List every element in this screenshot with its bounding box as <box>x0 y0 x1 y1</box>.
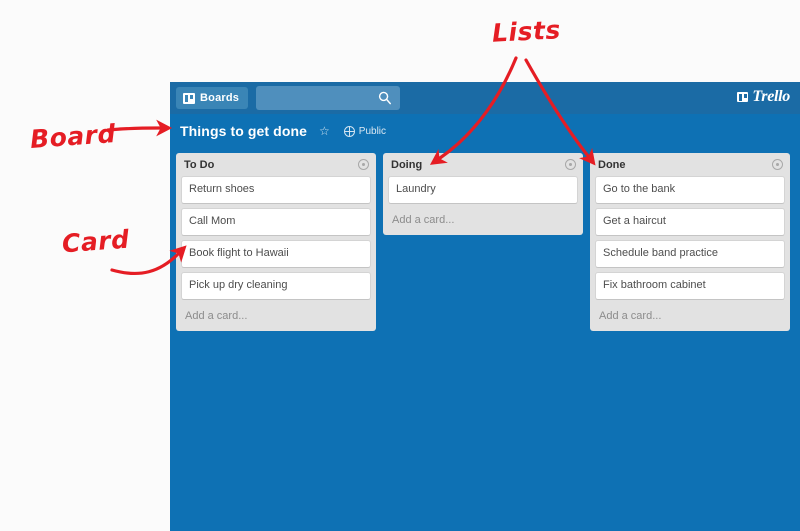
annotation-arrow-card <box>110 245 187 276</box>
card[interactable]: Fix bathroom cabinet <box>595 272 785 300</box>
board-header: Things to get done ☆ Public <box>170 114 800 148</box>
card[interactable]: Call Mom <box>181 208 371 236</box>
card[interactable]: Laundry <box>388 176 578 204</box>
add-card-button[interactable]: Add a card... <box>590 304 790 329</box>
list-header: Doing <box>383 153 583 176</box>
globe-icon <box>343 125 355 137</box>
annotation-label-card: Card <box>61 224 131 259</box>
card[interactable]: Schedule band practice <box>595 240 785 268</box>
card[interactable]: Pick up dry cleaning <box>181 272 371 300</box>
card[interactable]: Go to the bank <box>595 176 785 204</box>
list-header: To Do <box>176 153 376 176</box>
list-header: Done <box>590 153 790 176</box>
add-card-button[interactable]: Add a card... <box>176 304 376 329</box>
list-menu-icon[interactable] <box>772 159 783 170</box>
card-list: Laundry <box>383 176 583 204</box>
card[interactable]: Return shoes <box>181 176 371 204</box>
add-card-button[interactable]: Add a card... <box>383 208 583 233</box>
trello-app-window: Boards Trello Things to get done ☆ Publi… <box>170 82 800 531</box>
star-icon[interactable]: ☆ <box>319 125 330 137</box>
board-visibility-label: Public <box>358 125 387 137</box>
list-title[interactable]: Doing <box>391 159 422 171</box>
list-to-do: To Do Return shoes Call Mom Book flight … <box>176 153 376 331</box>
annotation-arrow-board <box>106 119 173 137</box>
card[interactable]: Book flight to Hawaii <box>181 240 371 268</box>
annotation-label-board: Board <box>29 119 117 154</box>
list-title[interactable]: To Do <box>184 159 214 171</box>
lists-container: To Do Return shoes Call Mom Book flight … <box>176 153 790 331</box>
annotation-label-lists: Lists <box>491 15 562 48</box>
board-title[interactable]: Things to get done <box>180 123 307 139</box>
card-list: Go to the bank Get a haircut Schedule ba… <box>590 176 790 300</box>
list-menu-icon[interactable] <box>358 159 369 170</box>
trello-wordmark: Trello <box>752 88 790 105</box>
boards-button-label: Boards <box>200 92 240 104</box>
search-box[interactable] <box>256 86 401 112</box>
top-navigation-bar: Boards Trello <box>170 82 800 114</box>
board-visibility[interactable]: Public <box>343 125 387 137</box>
search-icon <box>379 91 392 105</box>
board-icon <box>737 92 749 102</box>
card[interactable]: Get a haircut <box>595 208 785 236</box>
boards-button[interactable]: Boards <box>176 87 249 109</box>
card-list: Return shoes Call Mom Book flight to Haw… <box>176 176 376 300</box>
list-menu-icon[interactable] <box>565 159 576 170</box>
search-input[interactable] <box>262 86 382 112</box>
list-done: Done Go to the bank Get a haircut Schedu… <box>590 153 790 331</box>
trello-logo[interactable]: Trello <box>737 88 790 106</box>
list-doing: Doing Laundry Add a card... <box>383 153 583 235</box>
board-icon <box>183 92 195 104</box>
list-title[interactable]: Done <box>598 159 626 171</box>
